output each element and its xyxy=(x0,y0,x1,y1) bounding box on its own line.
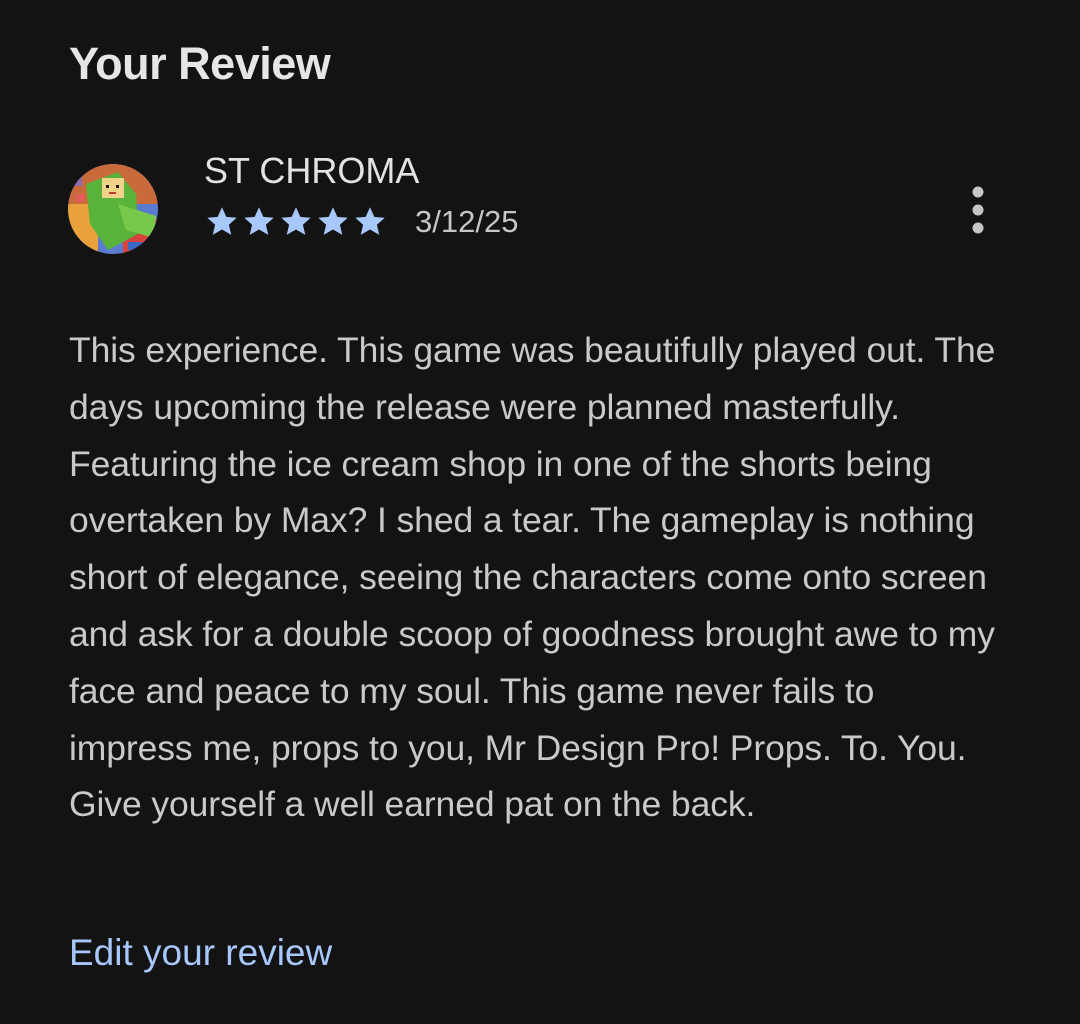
star-icon xyxy=(278,204,314,240)
star-icon xyxy=(204,204,240,240)
avatar[interactable] xyxy=(68,164,158,254)
reviewer-name: ST CHROMA xyxy=(204,150,420,191)
star-rating xyxy=(204,204,389,240)
more-vert-icon xyxy=(972,186,984,234)
rating-row: 3/12/25 xyxy=(204,202,518,242)
star-icon xyxy=(352,204,388,240)
star-icon xyxy=(241,204,277,240)
review-date: 3/12/25 xyxy=(415,204,519,239)
avatar-image xyxy=(68,164,158,254)
more-options-button[interactable] xyxy=(952,178,1004,242)
star-icon xyxy=(315,204,351,240)
edit-review-link[interactable]: Edit your review xyxy=(69,932,332,974)
review-text: This experience. This game was beautiful… xyxy=(69,330,996,825)
section-title: Your Review xyxy=(69,38,331,89)
